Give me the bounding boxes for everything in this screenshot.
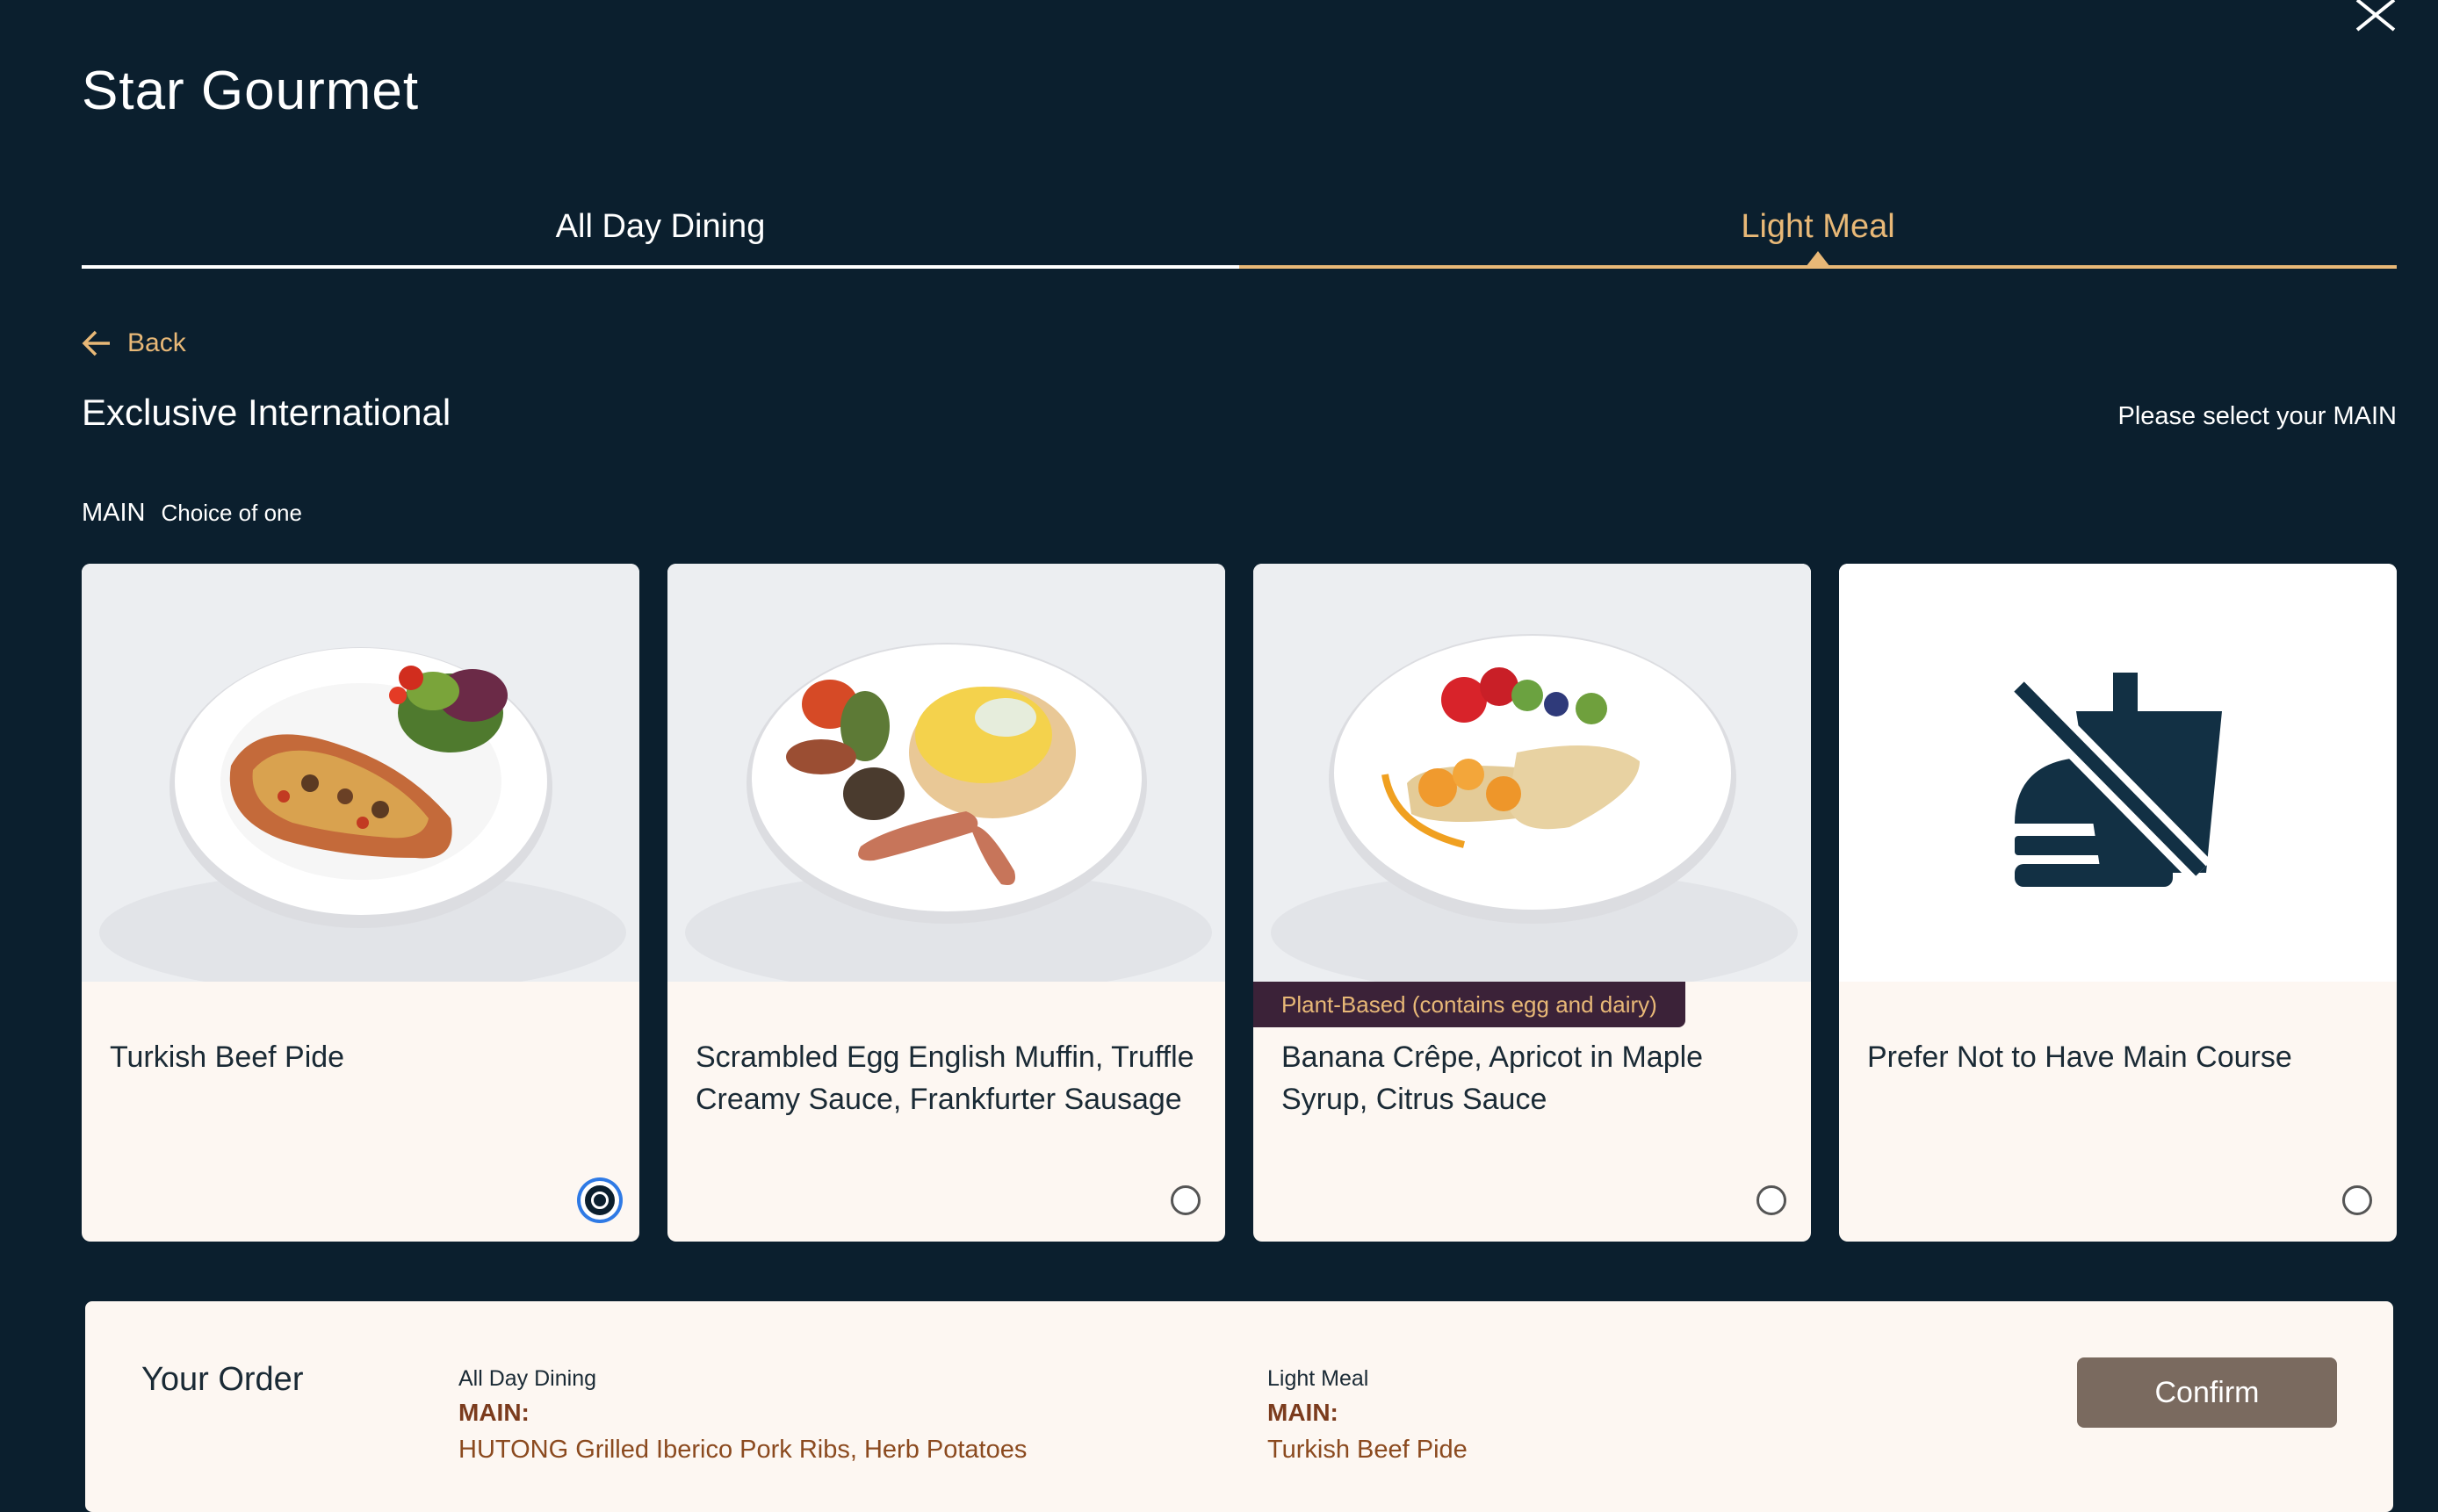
order-item: All Day Dining MAIN: HUTONG Grilled Iber…: [458, 1363, 1027, 1468]
meal-option-name: Turkish Beef Pide: [110, 1040, 345, 1074]
banana-crepe-photo: [1253, 564, 1811, 982]
section-title: Exclusive International: [82, 392, 451, 433]
order-item-dish: HUTONG Grilled Iberico Pork Ribs, Herb P…: [458, 1436, 1028, 1464]
close-icon: [2355, 0, 2396, 32]
dietary-tag: Plant-Based (contains egg and dairy): [1253, 982, 1685, 1027]
scrambled-egg-muffin-photo: [667, 564, 1225, 982]
course-name: MAIN: [82, 499, 146, 527]
order-heading: Your Order: [141, 1361, 304, 1398]
meal-option-card[interactable]: Prefer Not to Have Main Course: [1839, 564, 2397, 1242]
selection-prompt: Please select your MAIN: [2117, 402, 2397, 430]
tab-bar: All Day Dining Light Meal: [82, 198, 2397, 270]
meal-option-card[interactable]: Turkish Beef Pide: [82, 564, 639, 1242]
order-item: Light Meal MAIN: Turkish Beef Pide: [1267, 1363, 1468, 1468]
meal-option-radio[interactable]: [1171, 1185, 1201, 1215]
meal-option-name: Banana Crêpe, Apricot in Maple Syrup, Ci…: [1281, 1040, 1704, 1116]
order-item-course: MAIN:: [1267, 1399, 1338, 1426]
order-item-category: Light Meal: [1267, 1366, 1369, 1391]
arrow-left-icon: [82, 330, 110, 356]
tab-underline-all-day-dining: [82, 265, 1239, 269]
confirm-button[interactable]: Confirm: [2077, 1357, 2337, 1428]
meal-option-radio[interactable]: [1756, 1185, 1786, 1215]
course-hint: Choice of one: [161, 500, 302, 526]
no-meal-icon: [1839, 564, 2397, 982]
course-label: MAIN Choice of one: [82, 499, 302, 528]
meal-option-radio-selected[interactable]: [585, 1185, 615, 1215]
app-title: Star Gourmet: [82, 61, 420, 121]
meal-option-radio[interactable]: [2342, 1185, 2372, 1215]
active-tab-caret: [1806, 251, 1830, 267]
meal-option-name: Scrambled Egg English Muffin, Truffle Cr…: [696, 1040, 1194, 1116]
meal-option-card[interactable]: Scrambled Egg English Muffin, Truffle Cr…: [667, 564, 1225, 1242]
back-label: Back: [127, 328, 186, 357]
meal-option-card[interactable]: Plant-Based (contains egg and dairy) Ban…: [1253, 564, 1811, 1242]
close-button[interactable]: [2354, 0, 2399, 35]
order-item-dish: Turkish Beef Pide: [1267, 1436, 1468, 1464]
back-button[interactable]: Back: [82, 321, 186, 365]
tab-all-day-dining[interactable]: All Day Dining: [82, 198, 1239, 267]
order-item-category: All Day Dining: [458, 1366, 597, 1391]
order-item-course: MAIN:: [458, 1399, 530, 1426]
turkish-beef-pide-photo: [82, 564, 639, 982]
meal-option-name: Prefer Not to Have Main Course: [1867, 1040, 2292, 1074]
order-summary-panel: Your Order All Day Dining MAIN: HUTONG G…: [85, 1301, 2393, 1512]
